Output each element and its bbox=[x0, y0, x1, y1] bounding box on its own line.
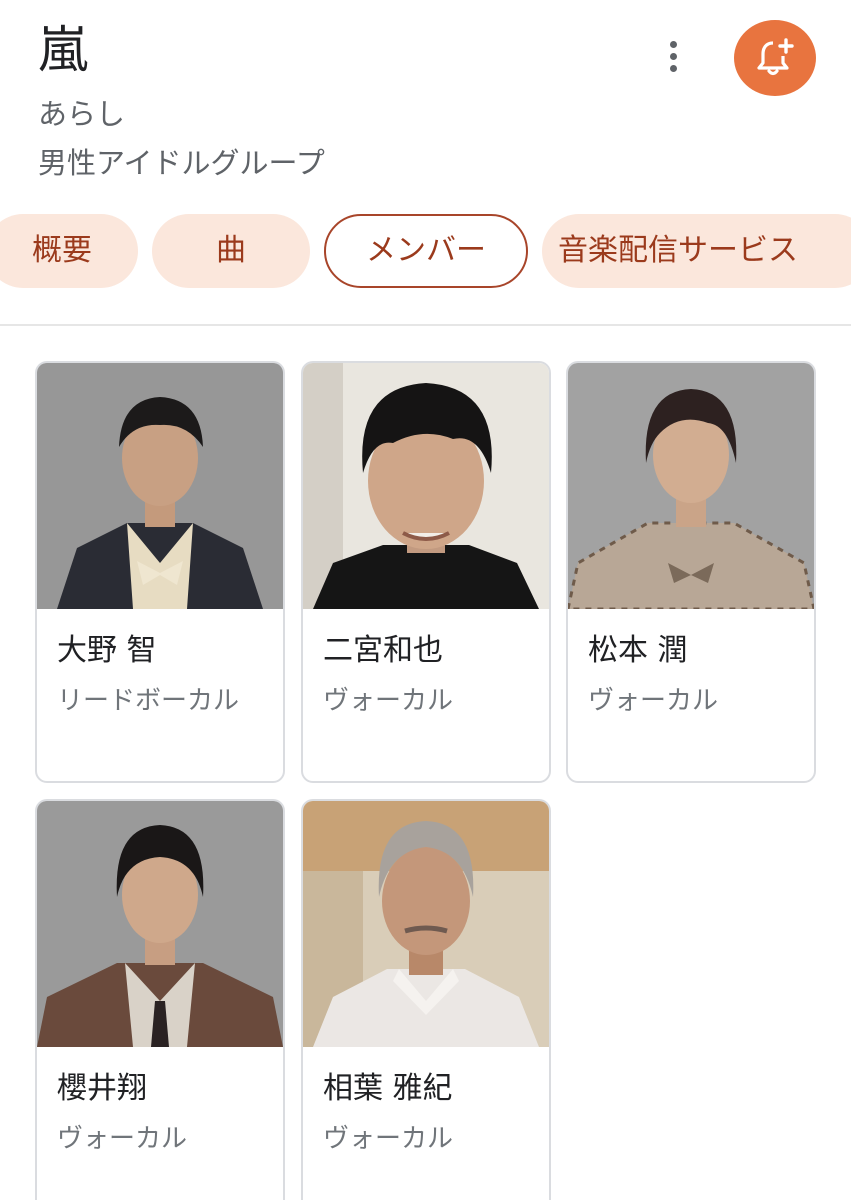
member-card[interactable]: 松本 潤 ヴォーカル bbox=[566, 361, 816, 783]
member-role: ヴォーカル bbox=[323, 1124, 454, 1154]
more-vert-icon-dot bbox=[670, 65, 677, 72]
entity-title: 嵐 bbox=[38, 21, 88, 79]
member-card[interactable]: 大野 智 リードボーカル bbox=[35, 361, 285, 783]
more-vert-icon-dot bbox=[670, 53, 677, 60]
tab-music-streaming[interactable]: 音楽配信サービス bbox=[542, 214, 851, 288]
member-photo bbox=[303, 801, 549, 1047]
tab-overview[interactable]: 概要 bbox=[0, 214, 138, 288]
member-photo bbox=[37, 363, 283, 609]
member-name: 松本 潤 bbox=[588, 633, 688, 668]
bell-plus-icon bbox=[757, 38, 794, 76]
page: 嵐 あらし 男性アイドルグループ 概要 曲 メンバー 音楽配信サービス 大野 智… bbox=[0, 0, 851, 1200]
entity-header: 嵐 あらし 男性アイドルグループ bbox=[0, 0, 851, 200]
more-vert-icon bbox=[670, 41, 677, 48]
member-name: 二宮和也 bbox=[323, 633, 443, 668]
member-role: ヴォーカル bbox=[57, 1124, 188, 1154]
member-name: 櫻井翔 bbox=[57, 1071, 147, 1106]
tab-chip-bar: 概要 曲 メンバー 音楽配信サービス bbox=[0, 214, 851, 288]
member-role: ヴォーカル bbox=[588, 686, 719, 716]
divider bbox=[0, 324, 851, 326]
member-card[interactable]: 櫻井翔 ヴォーカル bbox=[35, 799, 285, 1200]
member-card[interactable]: 相葉 雅紀 ヴォーカル bbox=[301, 799, 551, 1200]
member-photo bbox=[303, 363, 549, 609]
member-role: ヴォーカル bbox=[323, 686, 454, 716]
entity-category: 男性アイドルグループ bbox=[38, 146, 325, 180]
member-photo bbox=[568, 363, 814, 609]
member-name: 相葉 雅紀 bbox=[323, 1071, 453, 1106]
member-role: リードボーカル bbox=[57, 686, 240, 716]
follow-button[interactable] bbox=[734, 20, 816, 96]
member-card[interactable]: 二宮和也 ヴォーカル bbox=[301, 361, 551, 783]
tab-songs[interactable]: 曲 bbox=[152, 214, 310, 288]
member-name: 大野 智 bbox=[57, 633, 157, 668]
tab-members[interactable]: メンバー bbox=[324, 214, 528, 288]
member-photo bbox=[37, 801, 283, 1047]
entity-reading: あらし bbox=[38, 97, 126, 131]
more-options-button[interactable] bbox=[656, 36, 692, 76]
